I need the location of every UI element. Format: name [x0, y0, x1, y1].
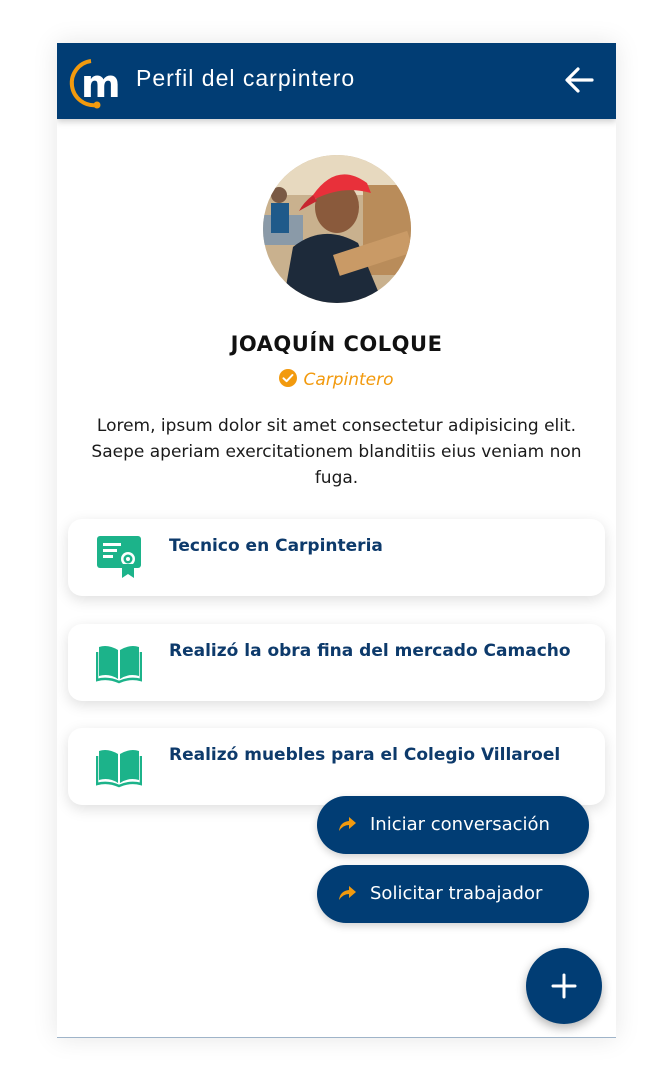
- work-card[interactable]: Realizó muebles para el Colegio Villaroe…: [68, 728, 605, 805]
- card-text: Realizó muebles para el Colegio Villaroe…: [169, 745, 561, 765]
- plus-icon: [551, 973, 577, 999]
- book-icon: [96, 750, 142, 788]
- credential-card[interactable]: Tecnico en Carpinteria: [68, 519, 605, 596]
- page-title: Perfil del carpintero: [136, 65, 356, 91]
- share-arrow-icon: [339, 886, 356, 900]
- action-label: Solicitar trabajador: [370, 883, 543, 904]
- svg-text:m: m: [81, 62, 121, 106]
- back-arrow-icon[interactable]: [562, 63, 596, 97]
- app-header: m Perfil del carpintero: [57, 43, 616, 119]
- role-label: Carpintero: [303, 370, 394, 390]
- start-conversation-button[interactable]: Iniciar conversación: [317, 796, 589, 854]
- add-fab-button[interactable]: [526, 948, 602, 1024]
- verified-check-icon: [279, 369, 298, 387]
- profile-bio: Lorem, ipsum dolor sit amet consectetur …: [91, 416, 582, 488]
- request-worker-button[interactable]: Solicitar trabajador: [317, 865, 589, 923]
- certificate-icon: [97, 536, 141, 578]
- work-card[interactable]: Realizó la obra fina del mercado Camacho: [68, 624, 605, 701]
- avatar-photo: [263, 155, 411, 303]
- action-label: Iniciar conversación: [370, 814, 550, 835]
- card-text: Realizó la obra fina del mercado Camacho: [169, 641, 571, 661]
- profile-avatar: [263, 155, 411, 303]
- profile-role: Carpintero: [57, 369, 616, 390]
- book-icon: [96, 646, 142, 684]
- card-text: Tecnico en Carpinteria: [169, 536, 383, 556]
- share-arrow-icon: [339, 817, 356, 831]
- phone-screen: m Perfil del carpintero JOAQUÍN COLQUE C…: [57, 43, 616, 1038]
- profile-name: JOAQUÍN COLQUE: [230, 332, 443, 356]
- app-logo-icon: m: [69, 59, 121, 109]
